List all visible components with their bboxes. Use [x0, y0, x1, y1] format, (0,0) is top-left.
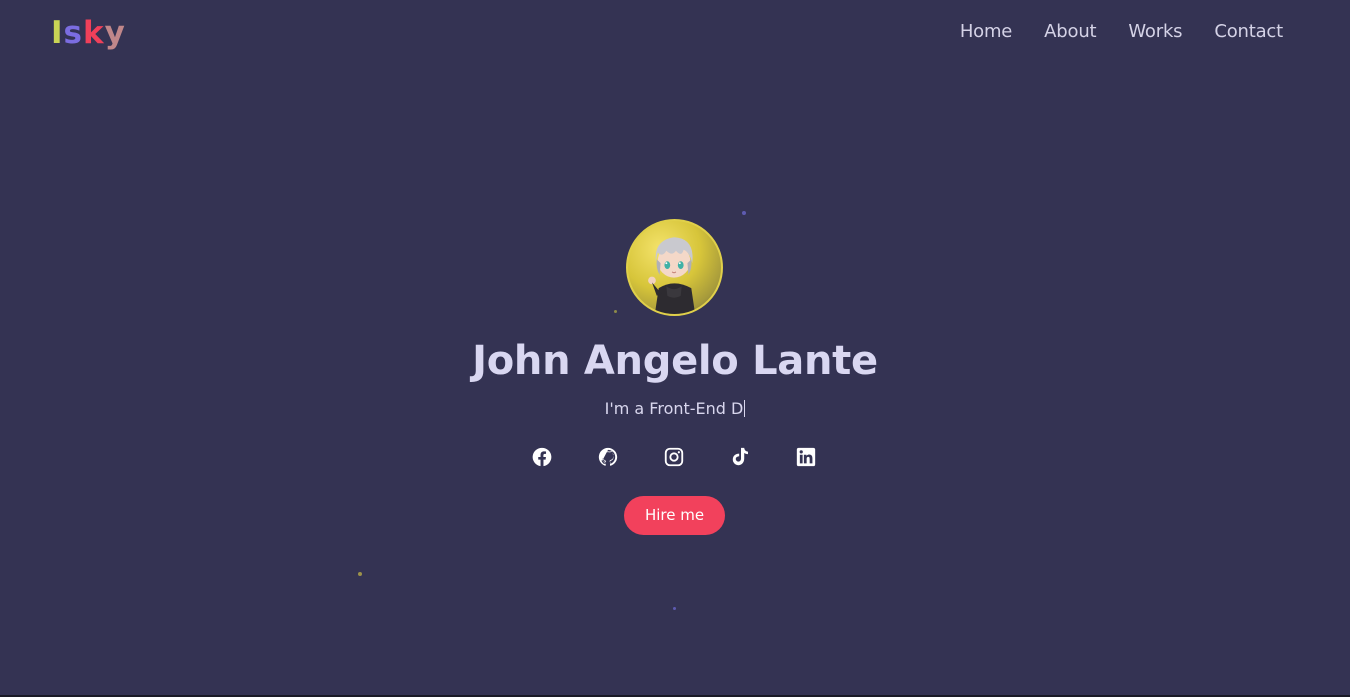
- main-nav: Home About Works Contact: [960, 20, 1283, 44]
- logo-letter-2: s: [63, 15, 83, 51]
- hero-tagline: I'm a Front-End D: [0, 398, 1350, 420]
- linkedin-icon[interactable]: [794, 445, 818, 469]
- nav-home[interactable]: Home: [960, 20, 1013, 44]
- hire-me-button[interactable]: Hire me: [624, 496, 725, 535]
- particle-dot: [742, 211, 746, 215]
- logo-letter-4: y: [104, 15, 126, 51]
- hero-name: John Angelo Lante: [472, 338, 878, 384]
- profile-avatar: [626, 219, 723, 316]
- nav-works[interactable]: Works: [1128, 20, 1182, 44]
- social-links: [530, 445, 820, 469]
- logo-letter-3: k: [83, 15, 105, 51]
- avatar-illustration: [648, 237, 696, 314]
- logo[interactable]: Isky: [51, 14, 126, 52]
- typing-text: I'm a Front-End D: [604, 399, 744, 418]
- tiktok-icon[interactable]: [728, 445, 752, 469]
- github-icon[interactable]: [596, 445, 620, 469]
- nav-about[interactable]: About: [1044, 20, 1096, 44]
- nav-contact[interactable]: Contact: [1214, 20, 1283, 44]
- facebook-icon[interactable]: [530, 445, 554, 469]
- particle-dot: [673, 607, 676, 610]
- logo-letter-1: I: [51, 15, 64, 51]
- page: Isky Home About Works Contact John Angel…: [0, 0, 1350, 697]
- instagram-icon[interactable]: [662, 445, 686, 469]
- particle-dot: [358, 572, 362, 576]
- particle-dot: [614, 310, 617, 313]
- typing-caret: [744, 400, 746, 417]
